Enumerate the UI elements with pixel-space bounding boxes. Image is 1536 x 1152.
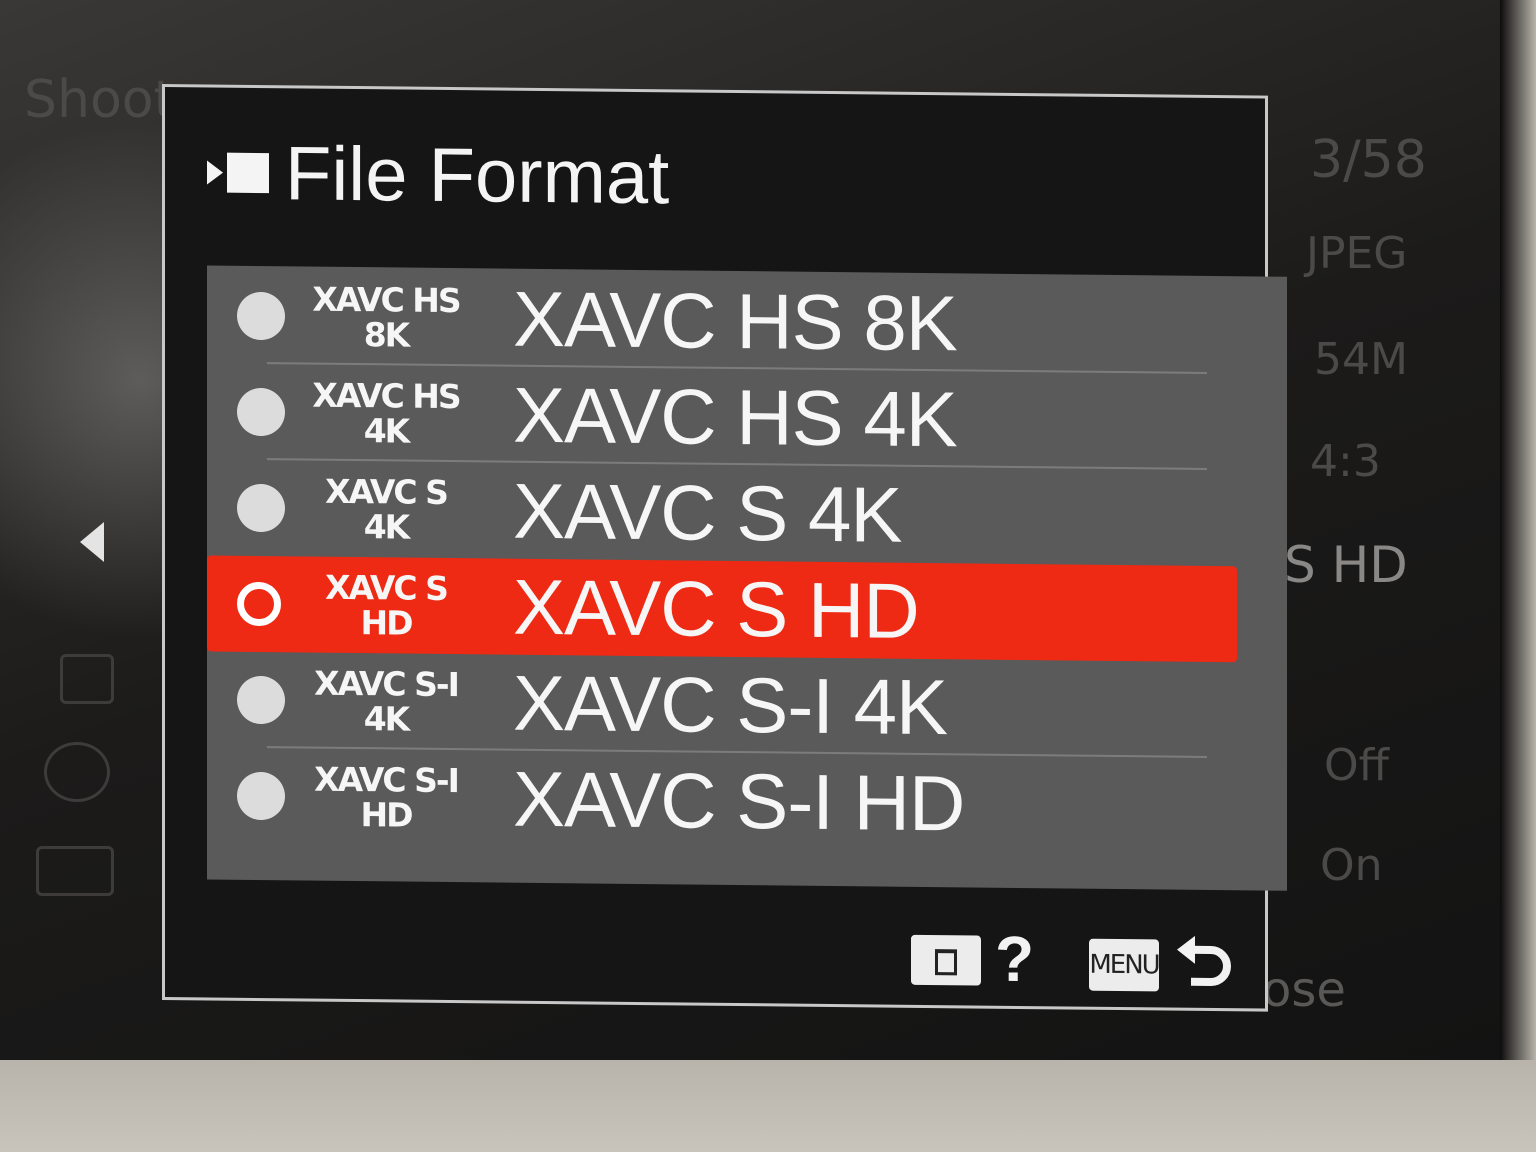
format-badge: XAVC S HD [325,567,447,643]
menu-button[interactable]: MENU [1089,938,1159,992]
trash-icon[interactable] [911,934,981,986]
radio-unselected-icon [237,387,285,437]
radio-unselected-icon [237,483,285,533]
option-label: XAVC HS 8K [513,274,957,367]
radio-selected-icon [237,581,281,627]
background-value-4: S HD [1284,536,1408,594]
background-value-6: On [1320,840,1383,891]
movie-icon [207,152,271,194]
option-label: XAVC S 4K [513,466,902,559]
background-bottom-text: ose [1262,962,1346,1018]
file-format-dialog: File Format XAVC HS 8K XAVC HS 8K XAVC H… [162,84,1287,1012]
background-menu-title: Shoot [24,70,174,130]
option-xavc-s-4k[interactable]: XAVC S 4K XAVC S 4K [207,459,1247,566]
format-badge: XAVC S 4K [325,471,447,547]
camera-screen-photo: Shoot 3/58 JPEG 54M 4:3 S HD Off On ose … [0,0,1536,1152]
background-value-2: 54M [1314,334,1408,385]
option-label: XAVC S-I HD [513,754,965,847]
option-label: XAVC S-I 4K [513,658,948,751]
background-page-indicator: 3/58 [1310,130,1427,190]
format-badge: XAVC HS 4K [312,375,460,451]
format-badge: XAVC S-I HD [314,759,458,835]
radio-unselected-icon [237,675,285,725]
radio-unselected-icon [237,291,285,341]
background-value-1: JPEG [1306,228,1408,279]
camera-body-bottom [0,1060,1536,1152]
option-xavc-s-i-hd[interactable]: XAVC S-I HD XAVC S-I HD [207,747,1247,854]
option-label: XAVC HS 4K [513,370,957,463]
dialog-title-text: File Format [285,130,670,220]
option-label: XAVC S HD [513,562,919,655]
dialog-title: File Format [207,127,669,222]
background-value-5: Off [1324,740,1389,791]
left-arrow-icon[interactable] [80,522,104,562]
option-xavc-s-i-4k[interactable]: XAVC S-I 4K XAVC S-I 4K [207,651,1247,758]
option-xavc-hs-4k[interactable]: XAVC HS 4K XAVC HS 4K [207,363,1247,470]
option-xavc-s-hd[interactable]: XAVC S HD XAVC S HD [207,555,1237,663]
dialog-footer: ? MENU [165,887,1265,1009]
background-tab-icon [60,654,114,704]
return-arrow-icon[interactable] [1175,932,1235,997]
format-badge: XAVC HS 8K [312,279,460,355]
camera-body-edge [1500,0,1536,1152]
help-mark[interactable]: ? [995,922,1034,996]
background-toolbox-icon [36,846,114,896]
format-badge: XAVC S-I 4K [314,663,458,739]
background-value-3: 4:3 [1310,436,1381,487]
format-option-list: XAVC HS 8K XAVC HS 8K XAVC HS 4K XAVC HS… [207,265,1287,891]
option-xavc-hs-8k[interactable]: XAVC HS 8K XAVC HS 8K [207,267,1247,374]
radio-unselected-icon [237,771,285,821]
background-network-icon [44,742,110,802]
